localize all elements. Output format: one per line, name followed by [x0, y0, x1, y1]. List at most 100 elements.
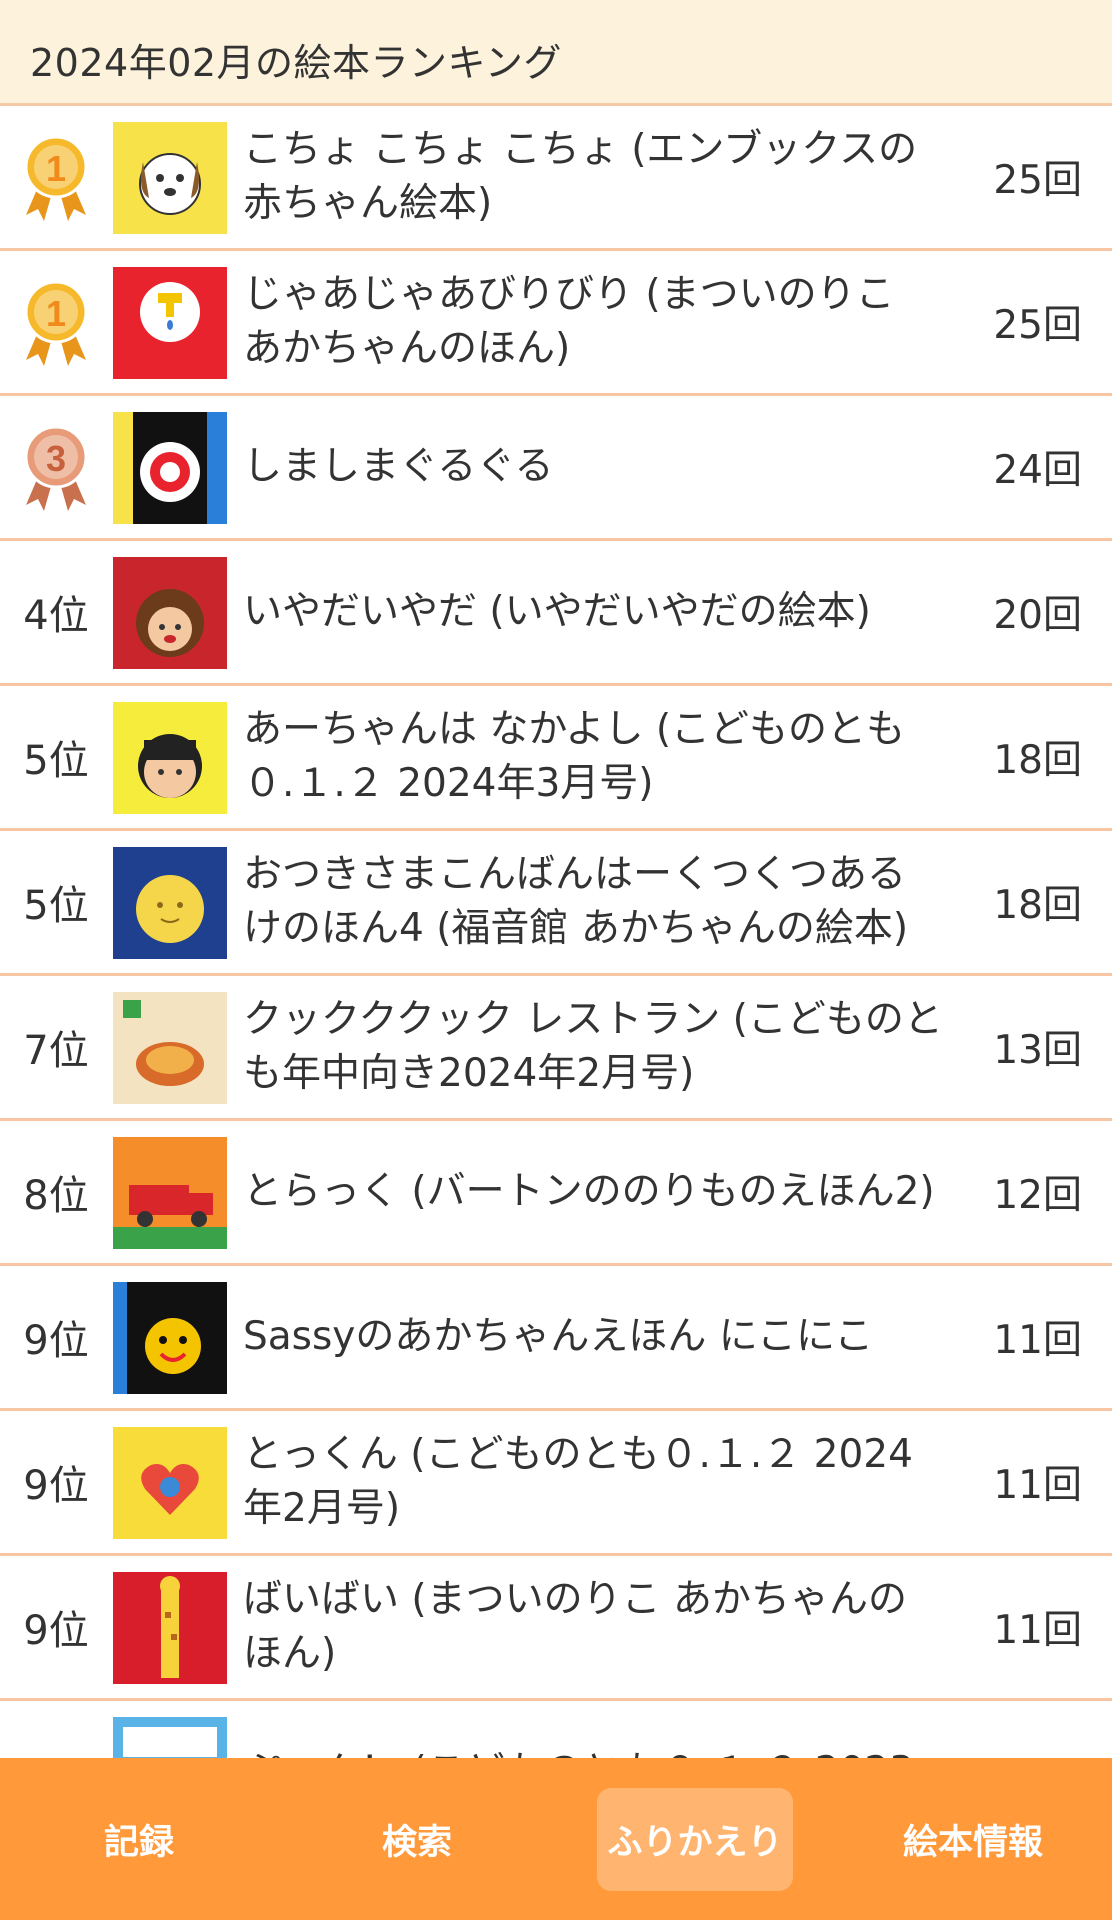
nav-search-tab[interactable]: 検索: [278, 1758, 556, 1920]
svg-text:3: 3: [46, 438, 66, 479]
read-count: 25回: [993, 158, 1082, 203]
book-title[interactable]: じゃあじゃあびりびり (まついのりこ あかちゃんのほん): [243, 251, 943, 393]
rank-cell: 3: [0, 396, 112, 538]
bottom-nav: 記録 検索 ふりかえり 絵本情報: [0, 1758, 1112, 1920]
book-title-text: あーちゃんは なかよし (こどものとも０.１.２ 2024年3月号): [243, 707, 906, 806]
read-count: 11回: [993, 1608, 1082, 1653]
ranking-row[interactable]: 7位 クックククック レストラン (こどものとも年中向き2024年2月号) 13回: [0, 976, 1112, 1121]
book-title[interactable]: ばいばい (まついのりこ あかちゃんのほん): [243, 1556, 943, 1698]
faucet-cover-image: [113, 267, 227, 379]
rank-cell: 1: [0, 251, 112, 393]
rank-cell: 5位: [0, 831, 112, 973]
book-title[interactable]: おつきさまこんばんはーくつくつあるけのほん4 (福音館 あかちゃんの絵本): [243, 831, 943, 973]
book-title-text: じゃあじゃあびりびり (まついのりこ あかちゃんのほん): [243, 272, 934, 371]
book-title-text: とらっく (バートンののりものえほん2): [243, 1169, 935, 1214]
stripes-cover-image: [113, 412, 227, 524]
book-cover[interactable]: [113, 267, 227, 379]
svg-text:1: 1: [46, 148, 66, 189]
book-cover[interactable]: [113, 557, 227, 669]
ranking-row[interactable]: 5位 おつきさまこんばんはーくつくつあるけのほん4 (福音館 あかちゃんの絵本)…: [0, 831, 1112, 976]
rank-label: 8位: [23, 1173, 89, 1219]
ranking-row[interactable]: 9位 Sassyのあかちゃんえほん にこにこ 11回: [0, 1266, 1112, 1411]
nav-record-tab[interactable]: 記録: [0, 1758, 278, 1920]
rank-label: 7位: [23, 1028, 89, 1074]
rank-label: 9位: [23, 1608, 89, 1654]
book-cover[interactable]: [113, 412, 227, 524]
rank-cell: 5位: [0, 686, 112, 828]
rank-cell: 4位: [0, 541, 112, 683]
rank-label: 5位: [23, 738, 89, 784]
ranking-row[interactable]: 9位 ばいばい (まついのりこ あかちゃんのほん) 11回: [0, 1556, 1112, 1701]
moon-cover-image: [113, 847, 227, 959]
dog-cover-image: [113, 122, 227, 234]
heart-cover-image: [113, 1427, 227, 1539]
nav-record-label: 記録: [103, 1822, 174, 1863]
book-title[interactable]: こちょ こちょ こちょ (エンブックスの赤ちゃん絵本): [243, 106, 943, 248]
rank-label: 9位: [23, 1463, 89, 1509]
girl-cover-image: [113, 702, 227, 814]
page-header: 2024年02月の絵本ランキング: [0, 0, 1112, 106]
book-title[interactable]: しましまぐるぐる: [243, 396, 943, 538]
truck-cover-image: [113, 1137, 227, 1249]
face-cover-image: [113, 557, 227, 669]
book-title[interactable]: いやだいやだ (いやだいやだの絵本): [243, 541, 943, 683]
book-title[interactable]: あーちゃんは なかよし (こどものとも０.１.２ 2024年3月号): [243, 686, 943, 828]
book-title-text: いやだいやだ (いやだいやだの絵本): [243, 589, 871, 634]
book-cover[interactable]: [113, 122, 227, 234]
read-count: 11回: [993, 1463, 1082, 1508]
book-title[interactable]: Sassyのあかちゃんえほん にこにこ: [243, 1266, 943, 1408]
rank-cell: 1: [0, 106, 112, 248]
svg-text:1: 1: [46, 293, 66, 334]
ranking-row[interactable]: 4位 いやだいやだ (いやだいやだの絵本) 20回: [0, 541, 1112, 686]
rank-label: 4位: [23, 593, 89, 639]
book-title-text: ばいばい (まついのりこ あかちゃんのほん): [243, 1577, 908, 1676]
nav-review-label: ふりかえり: [597, 1787, 793, 1891]
book-title[interactable]: とらっく (バートンののりものえほん2): [243, 1121, 943, 1263]
book-cover[interactable]: [113, 992, 227, 1104]
book-title-text: Sassyのあかちゃんえほん にこにこ: [243, 1314, 874, 1359]
book-cover[interactable]: [113, 1427, 227, 1539]
book-title-text: こちょ こちょ こちょ (エンブックスの赤ちゃん絵本): [243, 127, 918, 226]
book-title-text: クックククック レストラン (こどものとも年中向き2024年2月号): [243, 997, 943, 1096]
ranking-row[interactable]: 1 こちょ こちょ こちょ (エンブックスの赤ちゃん絵本) 25回: [0, 106, 1112, 251]
bronze-medal-icon: 3: [24, 425, 88, 511]
rank-cell: 9位: [0, 1411, 112, 1553]
page-title: 2024年02月の絵本ランキング: [30, 41, 562, 85]
read-count: 12回: [993, 1173, 1082, 1218]
rank-cell: 7位: [0, 976, 112, 1118]
rank-label: 5位: [23, 883, 89, 929]
read-count: 18回: [993, 883, 1082, 928]
book-cover[interactable]: [113, 1282, 227, 1394]
ranking-row[interactable]: 1 じゃあじゃあびりびり (まついのりこ あかちゃんのほん) 25回: [0, 251, 1112, 396]
book-title-text: おつきさまこんばんはーくつくつあるけのほん4 (福音館 あかちゃんの絵本): [243, 852, 909, 951]
nav-book-info-label: 絵本情報: [902, 1822, 1043, 1863]
read-count: 13回: [993, 1028, 1082, 1073]
book-title-text: とっくん (こどものとも０.１.２ 2024年2月号): [243, 1432, 913, 1531]
gold-medal-icon: 1: [24, 135, 88, 221]
rank-cell: 8位: [0, 1121, 112, 1263]
book-title-text: しましまぐるぐる: [243, 444, 554, 489]
read-count: 24回: [993, 448, 1082, 493]
book-cover[interactable]: [113, 847, 227, 959]
ranking-row[interactable]: 8位 とらっく (バートンののりものえほん2) 12回: [0, 1121, 1112, 1266]
restaurant-cover-image: [113, 992, 227, 1104]
read-count: 11回: [993, 1318, 1082, 1363]
ranking-row[interactable]: 9位 とっくん (こどものとも０.１.２ 2024年2月号) 11回: [0, 1411, 1112, 1556]
rank-cell: 9位: [0, 1556, 112, 1698]
ranking-row[interactable]: 5位 あーちゃんは なかよし (こどものとも０.１.２ 2024年3月号) 18回: [0, 686, 1112, 831]
book-cover[interactable]: [113, 702, 227, 814]
nav-search-label: 検索: [381, 1822, 452, 1863]
book-cover[interactable]: [113, 1572, 227, 1684]
book-cover[interactable]: [113, 1137, 227, 1249]
book-title[interactable]: とっくん (こどものとも０.１.２ 2024年2月号): [243, 1411, 943, 1553]
ranking-row[interactable]: 3 しましまぐるぐる 24回: [0, 396, 1112, 541]
nav-review-tab[interactable]: ふりかえり: [556, 1758, 834, 1920]
book-title[interactable]: クックククック レストラン (こどものとも年中向き2024年2月号): [243, 976, 943, 1118]
giraffe-cover-image: [113, 1572, 227, 1684]
gold-medal-icon: 1: [24, 280, 88, 366]
read-count: 25回: [993, 303, 1082, 348]
rank-cell: 9位: [0, 1266, 112, 1408]
read-count: 18回: [993, 738, 1082, 783]
nav-book-info-tab[interactable]: 絵本情報: [834, 1758, 1112, 1920]
rank-label: 9位: [23, 1318, 89, 1364]
